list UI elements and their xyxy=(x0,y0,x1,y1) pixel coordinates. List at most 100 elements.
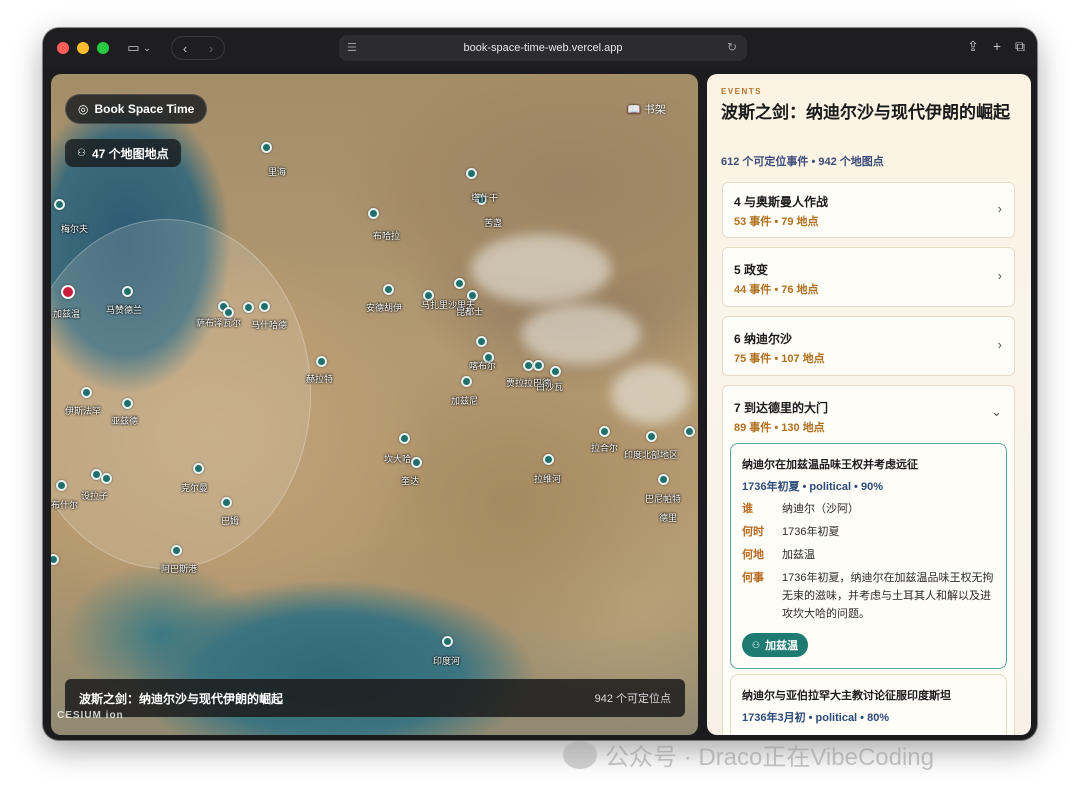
book-icon: 📖 xyxy=(627,104,641,116)
map-marker[interactable] xyxy=(684,426,695,437)
location-button-label: 加兹温 xyxy=(765,640,799,652)
chevron-right-icon: › xyxy=(997,337,1002,352)
event-card-selected[interactable]: 纳迪尔在加兹温品味王权并考虑远征 1736年初夏 • political • 9… xyxy=(730,443,1007,669)
chapter-stats: 44 事件 • 76 地点 xyxy=(734,284,819,296)
address-bar[interactable]: ☰ book-space-time-web.vercel.app ↻ xyxy=(339,35,747,61)
place-label: 布什尔 xyxy=(51,500,79,510)
sidebar-toggle-button[interactable]: ▭ ⌄ xyxy=(119,37,159,59)
event-title: 纳迪尔与亚伯拉罕大主教讨论征服印度斯坦 xyxy=(742,690,951,702)
map-marker[interactable] xyxy=(368,208,379,219)
map-marker[interactable] xyxy=(550,366,561,377)
back-button[interactable]: ‹ xyxy=(183,41,187,56)
map-view[interactable]: 里海 塔什干 苦盏 布哈拉 梅尔夫 加兹温 马赞德兰 萨布泽瓦尔 马什哈德 安德胡伊 马扎里沙里夫昆… xyxy=(51,74,698,735)
watermark: 公众号 · Draco正在VibeCoding xyxy=(563,737,934,772)
chapter-item[interactable]: 4 与奥斯曼人作战 53 事件 • 79 地点 › xyxy=(722,182,1015,238)
place-label: 马什哈德 xyxy=(251,320,288,330)
cesium-logo[interactable]: CESIUM ion xyxy=(57,710,124,721)
place-label: 加兹温 xyxy=(53,309,81,319)
map-marker[interactable] xyxy=(543,454,554,465)
zoom-window-button[interactable] xyxy=(97,42,109,54)
place-label: 马赞德兰 xyxy=(106,305,143,315)
map-marker[interactable] xyxy=(599,426,610,437)
place-label: 布哈拉 xyxy=(373,231,401,241)
place-label: 加兹尼 xyxy=(451,396,479,406)
window-controls xyxy=(57,42,109,54)
map-marker[interactable] xyxy=(122,286,133,297)
bookshelf-button[interactable]: 📖 书架 xyxy=(627,101,666,117)
page-menu-icon[interactable]: ☰ xyxy=(347,41,357,54)
map-marker[interactable] xyxy=(193,463,204,474)
navigation-buttons: ‹ › xyxy=(171,36,225,60)
minimize-window-button[interactable] xyxy=(77,42,89,54)
chapter-title: 4 与奥斯曼人作战 xyxy=(734,195,829,209)
map-marker[interactable] xyxy=(454,278,465,289)
who-label: 谁 xyxy=(742,503,753,515)
location-button[interactable]: ⚇ 加兹温 xyxy=(742,633,809,657)
place-label: 赫拉特 xyxy=(306,374,334,384)
map-marker[interactable] xyxy=(461,376,472,387)
where-label: 何地 xyxy=(742,549,764,561)
chevron-right-icon: › xyxy=(997,268,1002,283)
place-label: 喀布尔 xyxy=(469,361,497,371)
sidebar-icon: ▭ xyxy=(127,40,140,55)
browser-window: ▭ ⌄ ‹ › ☰ book-space-time-web.vercel.app… xyxy=(43,28,1037,740)
map-marker[interactable] xyxy=(399,433,410,444)
tab-overview-icon[interactable]: ⧉ xyxy=(1015,38,1025,55)
place-label: 苦盏 xyxy=(484,218,503,228)
event-card[interactable]: 纳迪尔与亚伯拉罕大主教讨论征服印度斯坦 1736年3月初 • political… xyxy=(730,674,1007,735)
close-window-button[interactable] xyxy=(57,42,69,54)
chapter-title: 5 政变 xyxy=(734,263,769,277)
map-marker[interactable] xyxy=(466,168,477,179)
place-label: 巴尼帕特 xyxy=(645,494,682,504)
forward-button[interactable]: › xyxy=(209,41,213,56)
place-label: 萨布泽瓦尔 xyxy=(196,318,242,328)
map-marker[interactable] xyxy=(261,142,272,153)
map-marker[interactable] xyxy=(243,302,254,313)
panel-kicker: EVENTS xyxy=(721,87,763,96)
toolbar-right-actions: ⇪ + ⧉ xyxy=(967,38,1025,55)
watermark-text: 公众号 · Draco正在VibeCoding xyxy=(605,744,935,771)
map-marker[interactable] xyxy=(442,636,453,647)
location-count-badge[interactable]: ⚇ 47 个地图地点 xyxy=(65,139,181,167)
book-title: 波斯之剑：纳迪尔沙与现代伊朗的崛起 xyxy=(721,103,1010,123)
map-marker[interactable] xyxy=(259,301,270,312)
map-terrain xyxy=(51,74,698,735)
share-icon[interactable]: ⇪ xyxy=(967,38,979,55)
browser-toolbar: ▭ ⌄ ‹ › ☰ book-space-time-web.vercel.app… xyxy=(43,28,1037,68)
place-label: 坎大哈 xyxy=(384,454,412,464)
who-value: 纳迪尔（沙阿） xyxy=(782,503,859,515)
reload-icon[interactable]: ↻ xyxy=(727,40,737,54)
map-marker[interactable] xyxy=(646,431,657,442)
new-tab-icon[interactable]: + xyxy=(993,38,1001,55)
chapter-item[interactable]: 5 政变 44 事件 • 76 地点 › xyxy=(722,247,1015,307)
place-label: 亚兹德 xyxy=(111,416,139,426)
chapter-stats: 89 事件 • 130 地点 xyxy=(734,422,825,434)
map-marker[interactable] xyxy=(81,387,92,398)
location-count-label: 47 个地图地点 xyxy=(91,146,169,161)
chapter-item[interactable]: 6 纳迪尔沙 75 事件 • 107 地点 › xyxy=(722,316,1015,376)
map-marker[interactable] xyxy=(122,398,133,409)
chevron-right-icon: › xyxy=(997,201,1002,216)
map-marker[interactable] xyxy=(316,356,327,367)
map-marker[interactable] xyxy=(101,473,112,484)
brand-badge[interactable]: ◎ Book Space Time xyxy=(65,94,208,124)
place-label: 梅尔夫 xyxy=(61,224,89,234)
map-marker[interactable] xyxy=(533,360,544,371)
place-label: 昆都士 xyxy=(456,307,484,317)
place-label: 奎达 xyxy=(401,476,420,486)
map-marker[interactable] xyxy=(171,545,182,556)
map-marker[interactable] xyxy=(658,474,669,485)
chapter-stats: 53 事件 • 79 地点 xyxy=(734,216,819,228)
active-map-marker[interactable] xyxy=(61,285,75,299)
map-marker[interactable] xyxy=(476,336,487,347)
chapter-title: 7 到达德里的大门 xyxy=(734,401,829,415)
map-marker[interactable] xyxy=(54,199,65,210)
what-label: 何事 xyxy=(742,572,764,584)
map-marker[interactable] xyxy=(221,497,232,508)
map-marker[interactable] xyxy=(56,480,67,491)
map-marker[interactable] xyxy=(383,284,394,295)
what-value: 1736年初夏，纳迪尔在加兹温品味王权无拘无束的滋味，并考虑与土耳其人和解以及进… xyxy=(782,572,994,620)
events-panel: EVENTS 波斯之剑：纳迪尔沙与现代伊朗的崛起 612 个可定位事件 • 94… xyxy=(707,74,1031,735)
map-marker[interactable] xyxy=(411,457,422,468)
place-label: 巴姆 xyxy=(221,516,240,526)
